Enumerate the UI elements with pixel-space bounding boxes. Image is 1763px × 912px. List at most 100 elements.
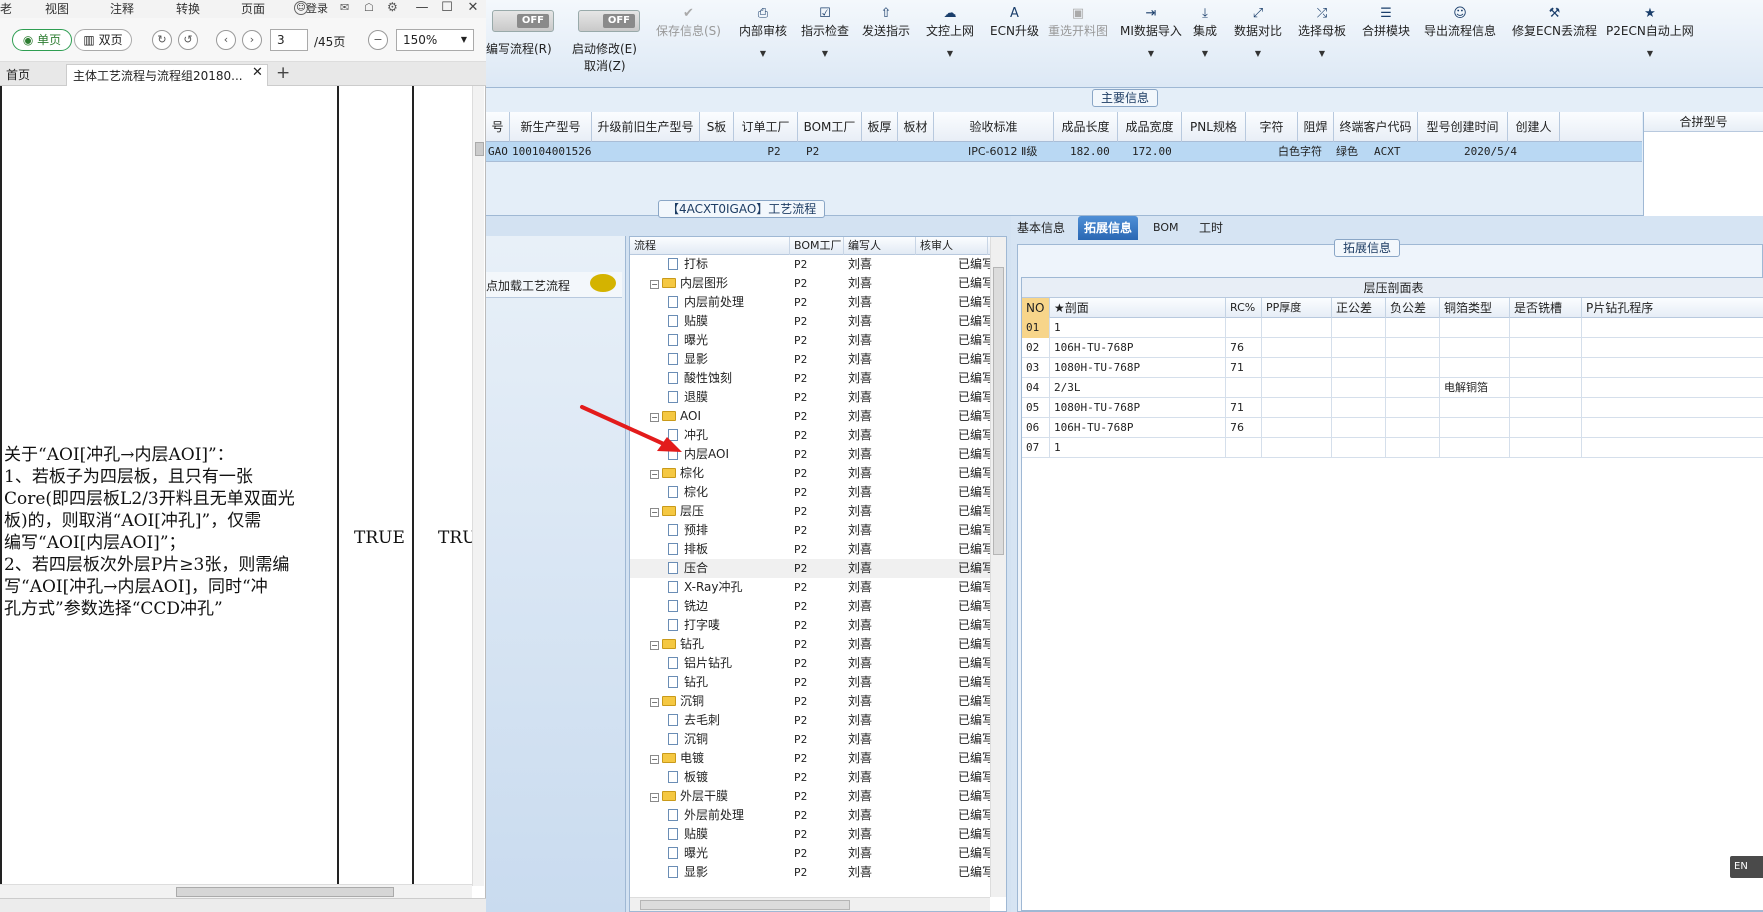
table-cell[interactable]: 01 xyxy=(1022,318,1050,338)
merge-model-header[interactable]: 合拼型号 xyxy=(1644,112,1763,132)
menu-convert[interactable]: 转换 xyxy=(176,0,200,18)
table-cell[interactable] xyxy=(1332,338,1386,358)
column-header[interactable]: 负公差 xyxy=(1386,298,1440,318)
column-header[interactable]: 铜箔类型 xyxy=(1440,298,1510,318)
table-cell[interactable] xyxy=(1226,378,1262,398)
table-row[interactable]: 04 2/3L 电解铜箔 xyxy=(1022,378,1763,398)
collapse-toggle-icon[interactable]: − xyxy=(650,470,659,479)
table-cell[interactable]: 1 xyxy=(1050,318,1226,338)
table-cell[interactable] xyxy=(1386,318,1440,338)
table-cell[interactable] xyxy=(1332,358,1386,378)
column-header[interactable]: 成品宽度 xyxy=(1118,112,1182,142)
table-row[interactable]: 01 1 xyxy=(1022,318,1763,338)
table-row[interactable]: 02 106H-TU-768P 76 xyxy=(1022,338,1763,358)
pdf-horizontal-scrollbar[interactable] xyxy=(0,884,472,898)
column-header[interactable]: 创建人 xyxy=(1508,112,1560,142)
table-cell[interactable] xyxy=(1582,398,1763,418)
menu-annotate[interactable]: 注释 xyxy=(110,0,134,18)
column-header[interactable]: 号 xyxy=(486,112,510,142)
tree-node[interactable]: − 外层干膜 P2 刘喜 已编写 xyxy=(630,787,990,806)
collapse-toggle-icon[interactable]: − xyxy=(650,793,659,802)
merge-module-button[interactable]: ☰ 合拼模块 xyxy=(1362,6,1410,39)
start-modify-switch[interactable]: OFF xyxy=(578,10,640,32)
internal-review-button[interactable]: ⎙ 内部审核 ▼ xyxy=(739,6,787,58)
tree-node[interactable]: 板镀 P2 刘喜 已编写 xyxy=(630,768,990,787)
edit-flow-switch[interactable]: OFF xyxy=(492,10,554,32)
table-cell[interactable]: 06 xyxy=(1022,418,1050,438)
table-cell[interactable] xyxy=(1332,378,1386,398)
minimize-icon[interactable]: — xyxy=(412,0,432,18)
table-cell[interactable] xyxy=(1262,398,1332,418)
column-header[interactable]: 板厚 xyxy=(862,112,898,142)
tree-node[interactable]: 冲孔 P2 刘喜 已编写 xyxy=(630,426,990,445)
tab-document[interactable]: 主体工艺流程与流程组20180... xyxy=(66,64,268,86)
column-header[interactable]: 升级前旧生产型号 xyxy=(592,112,700,142)
column-header[interactable]: PP厚度 xyxy=(1262,298,1332,318)
menu-view[interactable]: 视图 xyxy=(45,0,69,18)
tree-node[interactable]: − AOI P2 刘喜 已编写 xyxy=(630,407,990,426)
scroll-thumb[interactable] xyxy=(993,267,1004,555)
message-icon[interactable]: ✉ xyxy=(340,1,349,14)
column-header[interactable]: P片钻孔程序 xyxy=(1582,298,1763,318)
table-row[interactable]: 07 1 xyxy=(1022,438,1763,458)
table-cell[interactable] xyxy=(1262,418,1332,438)
tree-node[interactable]: 曝光 P2 刘喜 已编写 xyxy=(630,844,990,863)
edit-flow-label[interactable]: 编写流程(R) xyxy=(486,40,552,57)
table-row[interactable]: 05 1080H-TU-768P 71 xyxy=(1022,398,1763,418)
table-cell[interactable]: 1 xyxy=(1050,438,1226,458)
table-cell[interactable] xyxy=(1386,438,1440,458)
rotate-right-icon[interactable]: ↻ xyxy=(152,30,172,50)
column-header[interactable]: 成品长度 xyxy=(1054,112,1118,142)
table-cell[interactable] xyxy=(1510,398,1582,418)
table-cell[interactable] xyxy=(1582,338,1763,358)
double-page-button[interactable]: ▥ 双页 xyxy=(74,29,132,51)
table-cell[interactable]: 07 xyxy=(1022,438,1050,458)
collapse-toggle-icon[interactable]: − xyxy=(650,755,659,764)
tree-node[interactable]: − 电镀 P2 刘喜 已编写 xyxy=(630,749,990,768)
robot-icon[interactable]: ☖ xyxy=(364,1,374,14)
tab-bom[interactable]: BOM xyxy=(1147,216,1185,240)
tree-node[interactable]: X-Ray冲孔 P2 刘喜 已编写 xyxy=(630,578,990,597)
ecn-upgrade-button[interactable]: A ECN升级 xyxy=(990,6,1039,39)
table-cell[interactable] xyxy=(1386,338,1440,358)
scroll-thumb[interactable] xyxy=(475,142,484,156)
tree-node[interactable]: 显影 P2 刘喜 已编写 xyxy=(630,863,990,882)
collapse-toggle-icon[interactable]: − xyxy=(650,698,659,707)
tab-extended-info[interactable]: 拓展信息 xyxy=(1078,216,1139,240)
table-cell[interactable] xyxy=(1440,318,1510,338)
table-row[interactable]: GAO 10010400152631 P2 P2 IPC-6012 Ⅱ级 182… xyxy=(486,142,1642,162)
tree-node[interactable]: − 沉铜 P2 刘喜 已编写 xyxy=(630,692,990,711)
table-cell[interactable] xyxy=(1582,438,1763,458)
tree-node[interactable]: 打标 P2 刘喜 已编写 xyxy=(630,255,990,274)
table-cell[interactable]: 03 xyxy=(1022,358,1050,378)
tree-node[interactable]: 沉铜 P2 刘喜 已编写 xyxy=(630,730,990,749)
table-cell[interactable] xyxy=(1440,418,1510,438)
tree-vertical-scrollbar[interactable] xyxy=(990,237,1006,897)
select-mother-board-button[interactable]: ⤮ 选择母板 ▼ xyxy=(1298,6,1346,58)
tree-node[interactable]: − 钻孔 P2 刘喜 已编写 xyxy=(630,635,990,654)
column-header[interactable]: 编写人 xyxy=(844,237,916,255)
tree-horizontal-scrollbar[interactable] xyxy=(630,897,990,911)
table-cell[interactable] xyxy=(1332,318,1386,338)
table-cell[interactable] xyxy=(1386,398,1440,418)
column-header[interactable]: 终端客户代码 xyxy=(1334,112,1418,142)
column-header[interactable]: BOM工厂 xyxy=(798,112,862,142)
table-cell[interactable] xyxy=(1582,318,1763,338)
send-instructions-button[interactable]: ⇧ 发送指示 xyxy=(862,6,910,39)
table-cell[interactable] xyxy=(1386,418,1440,438)
table-cell[interactable] xyxy=(1440,338,1510,358)
tree-node[interactable]: 预排 P2 刘喜 已编写 xyxy=(630,521,990,540)
table-cell[interactable] xyxy=(1386,358,1440,378)
column-header[interactable]: PNL规格 xyxy=(1182,112,1246,142)
table-cell[interactable] xyxy=(1510,378,1582,398)
single-page-button[interactable]: ◉ 单页 xyxy=(12,29,72,51)
export-flow-info-button[interactable]: ☺ 导出流程信息 xyxy=(1424,6,1496,39)
table-cell[interactable]: 电解铜箔 xyxy=(1440,378,1510,398)
table-cell[interactable] xyxy=(1582,358,1763,378)
pdf-vertical-scrollbar[interactable] xyxy=(472,86,484,886)
collapse-toggle-icon[interactable]: − xyxy=(650,413,659,422)
tree-node[interactable]: 内层AOI P2 刘喜 已编写 xyxy=(630,445,990,464)
table-cell[interactable]: 2/3L xyxy=(1050,378,1226,398)
column-header[interactable]: 型号创建时间 xyxy=(1418,112,1508,142)
column-header[interactable]: S板 xyxy=(700,112,734,142)
